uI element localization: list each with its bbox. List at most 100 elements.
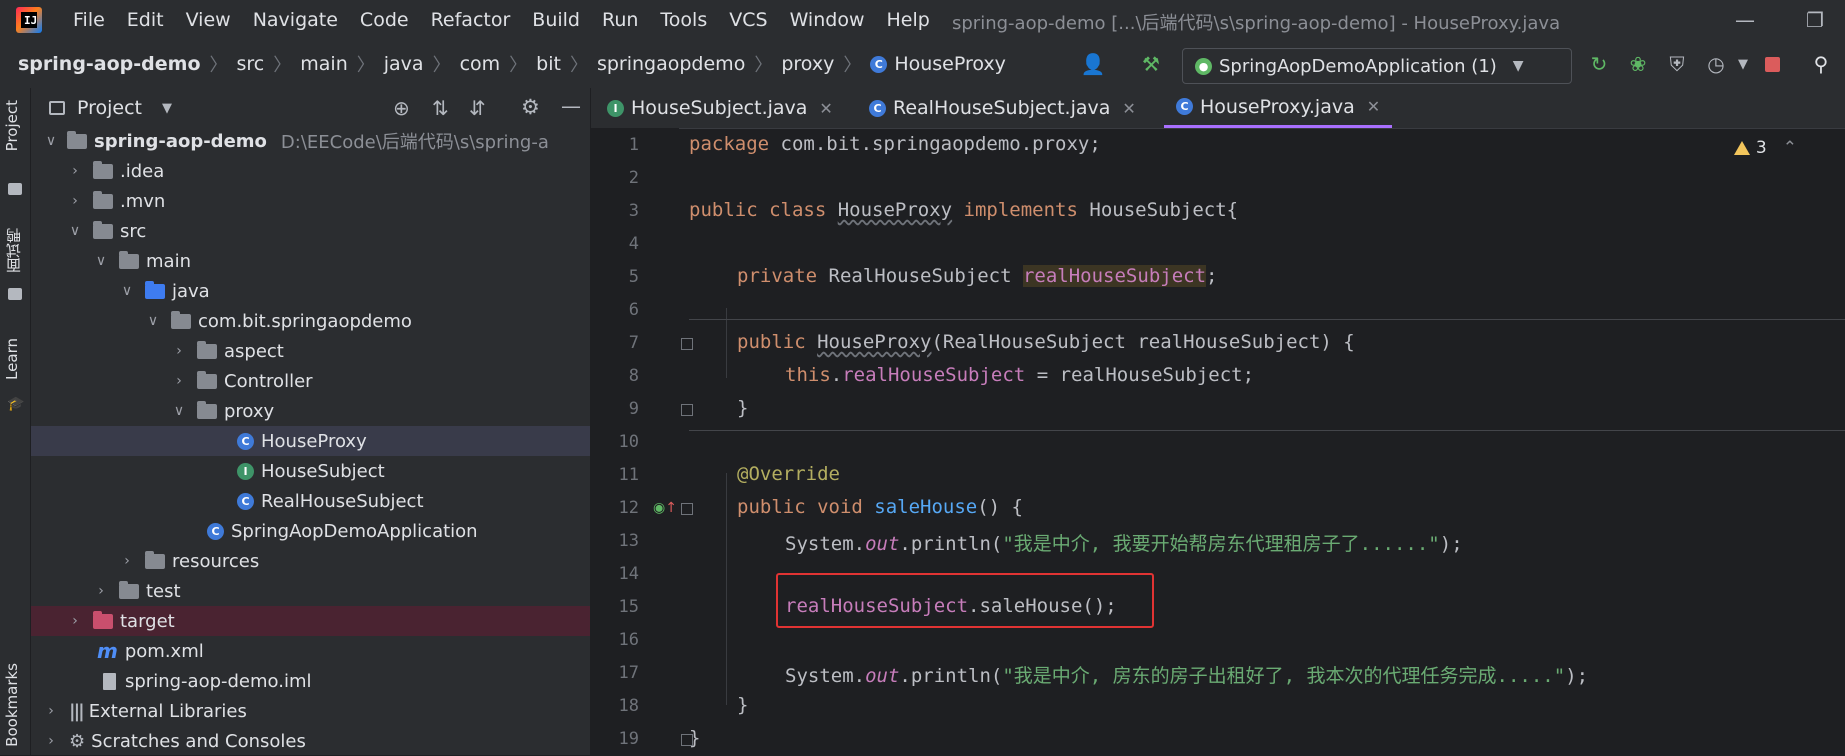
breadcrumb-com[interactable]: com xyxy=(460,53,501,75)
view-mode-chevron-icon[interactable]: ▼ xyxy=(162,101,172,116)
spring-class-icon: C xyxy=(207,522,224,540)
chevron-right-icon[interactable]: › xyxy=(93,583,109,599)
menu-view[interactable]: View xyxy=(175,9,242,31)
chevron-down-icon[interactable]: ∨ xyxy=(67,223,83,239)
tab-realhousesubject[interactable]: C RealHouseSubject.java ✕ xyxy=(869,88,1136,128)
code-editor[interactable]: package com.bit.springaopdemo.proxy; pub… xyxy=(689,128,1845,755)
tree-row-project-root[interactable]: ∨ spring-aop-demo D:\EECode\后端代码\s\sprin… xyxy=(31,126,590,156)
hide-panel-icon[interactable]: — xyxy=(561,94,581,118)
tree-row-iml[interactable]: spring-aop-demo.iml xyxy=(31,666,590,696)
breadcrumb-proxy[interactable]: proxy xyxy=(781,53,834,75)
tree-row-idea[interactable]: › .idea xyxy=(31,156,590,186)
profiler-icon[interactable]: ◷ xyxy=(1703,51,1729,77)
tree-row-realhousesubject[interactable]: C RealHouseSubject xyxy=(31,486,590,516)
project-folder-icon xyxy=(8,183,22,195)
menu-code[interactable]: Code xyxy=(349,9,420,31)
search-icon[interactable]: ⚲ xyxy=(1808,51,1834,77)
tree-row-springaopdemoapplication[interactable]: C SpringAopDemoApplication xyxy=(31,516,590,546)
minimize-icon[interactable]: — xyxy=(1730,8,1760,32)
tree-label: .mvn xyxy=(120,190,166,212)
tree-row-scratches[interactable]: › ⚙ Scratches and Consoles xyxy=(31,726,590,756)
breadcrumb-main[interactable]: main xyxy=(300,53,347,75)
tree-row-proxy[interactable]: ∨ proxy xyxy=(31,396,590,426)
menu-help[interactable]: Help xyxy=(875,9,940,31)
debug-bug-icon[interactable]: ❀ xyxy=(1625,51,1651,77)
menu-tools[interactable]: Tools xyxy=(649,9,718,31)
chevron-down-icon[interactable]: ∨ xyxy=(171,403,187,419)
chevron-down-icon[interactable]: ∨ xyxy=(145,313,161,329)
user-account-icon[interactable]: 👤 xyxy=(1080,51,1106,77)
tree-row-target[interactable]: › target xyxy=(31,606,590,636)
learn-tool-tab[interactable]: Learn xyxy=(3,338,21,380)
breadcrumb-src[interactable]: src xyxy=(237,53,265,75)
menu-edit[interactable]: Edit xyxy=(116,9,175,31)
run-configuration-selector[interactable]: ● SpringAopDemoApplication (1) ▼ xyxy=(1182,48,1572,84)
intellij-logo-icon[interactable]: IJ xyxy=(16,7,42,33)
expand-all-icon[interactable]: ⇅ xyxy=(432,96,449,120)
project-tool-tab[interactable]: Project xyxy=(3,100,21,151)
tree-row-resources[interactable]: › resources xyxy=(31,546,590,576)
interface-icon: I xyxy=(607,99,624,117)
menu-navigate[interactable]: Navigate xyxy=(242,9,349,31)
tree-row-housesubject[interactable]: I HouseSubject xyxy=(31,456,590,486)
menu-window[interactable]: Window xyxy=(779,9,876,31)
close-icon[interactable]: ✕ xyxy=(1367,97,1380,116)
build-hammer-icon[interactable]: ⚒ xyxy=(1138,51,1164,77)
breadcrumb-springaopdemo[interactable]: springaopdemo xyxy=(597,53,745,75)
close-icon[interactable]: ✕ xyxy=(1122,99,1135,118)
chevron-right-icon[interactable]: › xyxy=(43,703,59,719)
tree-row-main[interactable]: ∨ main xyxy=(31,246,590,276)
chevron-right-icon[interactable]: › xyxy=(43,733,59,749)
menu-vcs[interactable]: VCS xyxy=(718,9,778,31)
settings-gear-icon[interactable]: ⚙ xyxy=(521,95,540,119)
menu-build[interactable]: Build xyxy=(521,9,591,31)
chevron-right-icon[interactable]: › xyxy=(67,163,83,179)
bookmarks-tool-tab[interactable]: Bookmarks xyxy=(3,663,21,747)
menu-refactor[interactable]: Refactor xyxy=(420,9,522,31)
menu-run[interactable]: Run xyxy=(591,9,649,31)
chevron-right-icon[interactable]: › xyxy=(67,193,83,209)
interview-tool-tab[interactable]: 面试鸭 xyxy=(3,228,24,273)
breadcrumb-bit[interactable]: bit xyxy=(536,53,561,75)
chevron-right-icon[interactable]: › xyxy=(171,343,187,359)
maximize-icon[interactable]: ❐ xyxy=(1800,8,1830,32)
menu-file[interactable]: File xyxy=(62,9,116,31)
locate-file-icon[interactable]: ⊕ xyxy=(393,96,410,120)
line-number: 9 xyxy=(628,399,639,419)
breadcrumb-houseproxy[interactable]: HouseProxy xyxy=(894,53,1006,75)
more-actions-chevron-icon[interactable]: ▼ xyxy=(1730,51,1756,77)
chevron-down-icon[interactable]: ∨ xyxy=(119,283,135,299)
chevron-down-icon[interactable]: ∨ xyxy=(43,133,59,149)
chevron-right-icon[interactable]: › xyxy=(67,613,83,629)
stop-icon[interactable] xyxy=(1759,51,1785,77)
chevron-right-icon[interactable]: › xyxy=(171,373,187,389)
breadcrumb-java[interactable]: java xyxy=(384,53,424,75)
coverage-icon[interactable]: ⛨ xyxy=(1664,51,1690,77)
tree-row-external-libraries[interactable]: › ||| External Libraries xyxy=(31,696,590,726)
chevron-right-icon[interactable]: › xyxy=(119,553,135,569)
menu-bar: IJ File Edit View Navigate Code Refactor… xyxy=(0,0,1845,40)
tab-housesubject[interactable]: I HouseSubject.java ✕ xyxy=(607,88,833,128)
tree-label: HouseProxy xyxy=(261,430,367,452)
tree-row-test[interactable]: › test xyxy=(31,576,590,606)
project-panel-title[interactable]: Project xyxy=(77,97,142,119)
line-number: 19 xyxy=(618,729,639,749)
tree-row-package-root[interactable]: ∨ com.bit.springaopdemo xyxy=(31,306,590,336)
chevron-down-icon[interactable]: ∨ xyxy=(93,253,109,269)
close-icon[interactable]: ✕ xyxy=(819,99,832,118)
line-number: 8 xyxy=(628,366,639,386)
tree-row-houseproxy[interactable]: C HouseProxy xyxy=(31,426,590,456)
implements-method-icon[interactable]: ◉↑ xyxy=(653,500,677,516)
tree-row-pom[interactable]: m pom.xml xyxy=(31,636,590,666)
tree-label: spring-aop-demo.iml xyxy=(125,670,312,692)
collapse-all-icon[interactable]: ⇵ xyxy=(469,96,486,120)
tree-row-mvn[interactable]: › .mvn xyxy=(31,186,590,216)
folder-icon xyxy=(93,220,113,239)
tree-row-aspect[interactable]: › aspect xyxy=(31,336,590,366)
breadcrumb-project[interactable]: spring-aop-demo xyxy=(18,53,201,75)
tree-row-src[interactable]: ∨ src xyxy=(31,216,590,246)
tab-houseproxy[interactable]: C HouseProxy.java ✕ xyxy=(1164,88,1393,128)
tree-row-controller[interactable]: › Controller xyxy=(31,366,590,396)
tree-row-java[interactable]: ∨ java xyxy=(31,276,590,306)
rerun-icon[interactable]: ↻ xyxy=(1586,51,1612,77)
